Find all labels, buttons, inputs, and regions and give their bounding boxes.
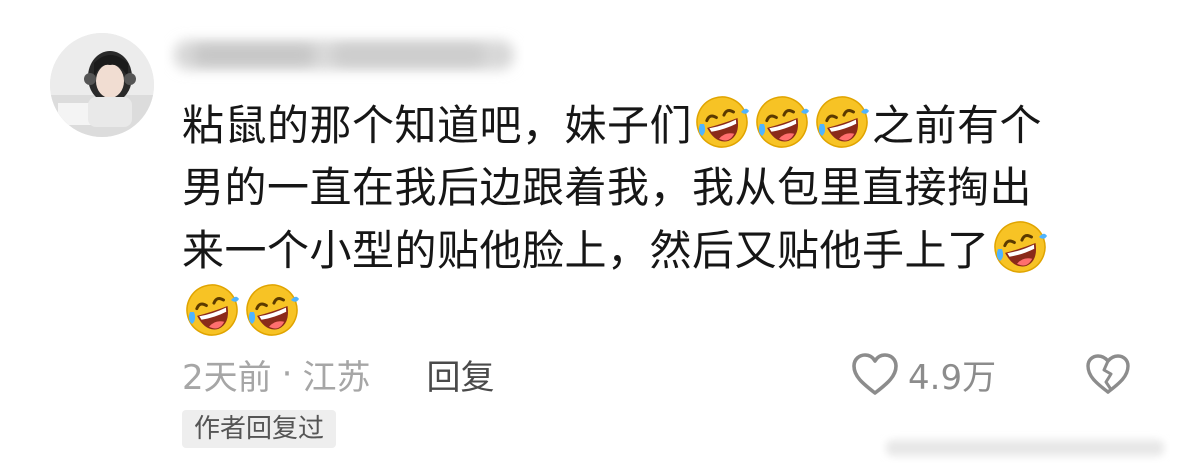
comment-text-segment: 男的一直在我后边跟着我，我从包里直接掏出	[182, 163, 1033, 212]
avatar[interactable]	[50, 33, 154, 137]
comment-meta: 2天前 · 江苏 回复	[182, 346, 494, 402]
username-blurred[interactable]	[164, 26, 524, 84]
like-count: 4.9万	[908, 357, 997, 398]
comment-time: 2天前	[182, 357, 272, 398]
rolling-laughing-emoji-icon	[244, 282, 300, 338]
avatar-image	[50, 33, 154, 137]
comment-text: 粘鼠的那个知道吧，妹子们 之前有个 男的一直在我后边跟着我，我从包里直接掏出 来…	[182, 94, 1142, 345]
author-replied-badge: 作者回复过	[182, 410, 337, 448]
comment-line: 来一个小型的贴他脸上，然后又贴他手上了	[182, 219, 1142, 282]
meta-separator: ·	[281, 354, 293, 394]
comment-text-segment: 之前有个	[872, 101, 1043, 150]
broken-heart-icon	[1086, 354, 1130, 394]
comment-card: 粘鼠的那个知道吧，妹子们 之前有个 男的一直在我后边跟着我，我从包里直接掏出 来…	[0, 0, 1179, 474]
heart-outline-icon	[852, 353, 898, 395]
comment-text-segment: 粘鼠的那个知道吧，妹子们	[182, 101, 693, 150]
rolling-laughing-emoji-icon	[814, 94, 870, 150]
rolling-laughing-emoji-icon	[754, 94, 810, 150]
comment-line: 男的一直在我后边跟着我，我从包里直接掏出	[182, 157, 1142, 219]
comment-location: 江苏	[302, 357, 371, 398]
rolling-laughing-emoji-icon	[992, 219, 1048, 275]
like-button[interactable]: 4.9万	[850, 346, 996, 402]
comment-text-segment: 来一个小型的贴他脸上，然后又贴他手上了	[182, 226, 990, 275]
comment-line: 粘鼠的那个知道吧，妹子们 之前有个	[182, 94, 1142, 157]
dislike-button[interactable]	[1082, 346, 1134, 402]
watermark-blurred	[880, 430, 1170, 464]
reply-button[interactable]: 回复	[426, 350, 494, 399]
rolling-laughing-emoji-icon	[184, 282, 240, 338]
comment-line	[182, 282, 1142, 345]
rolling-laughing-emoji-icon	[694, 94, 750, 150]
